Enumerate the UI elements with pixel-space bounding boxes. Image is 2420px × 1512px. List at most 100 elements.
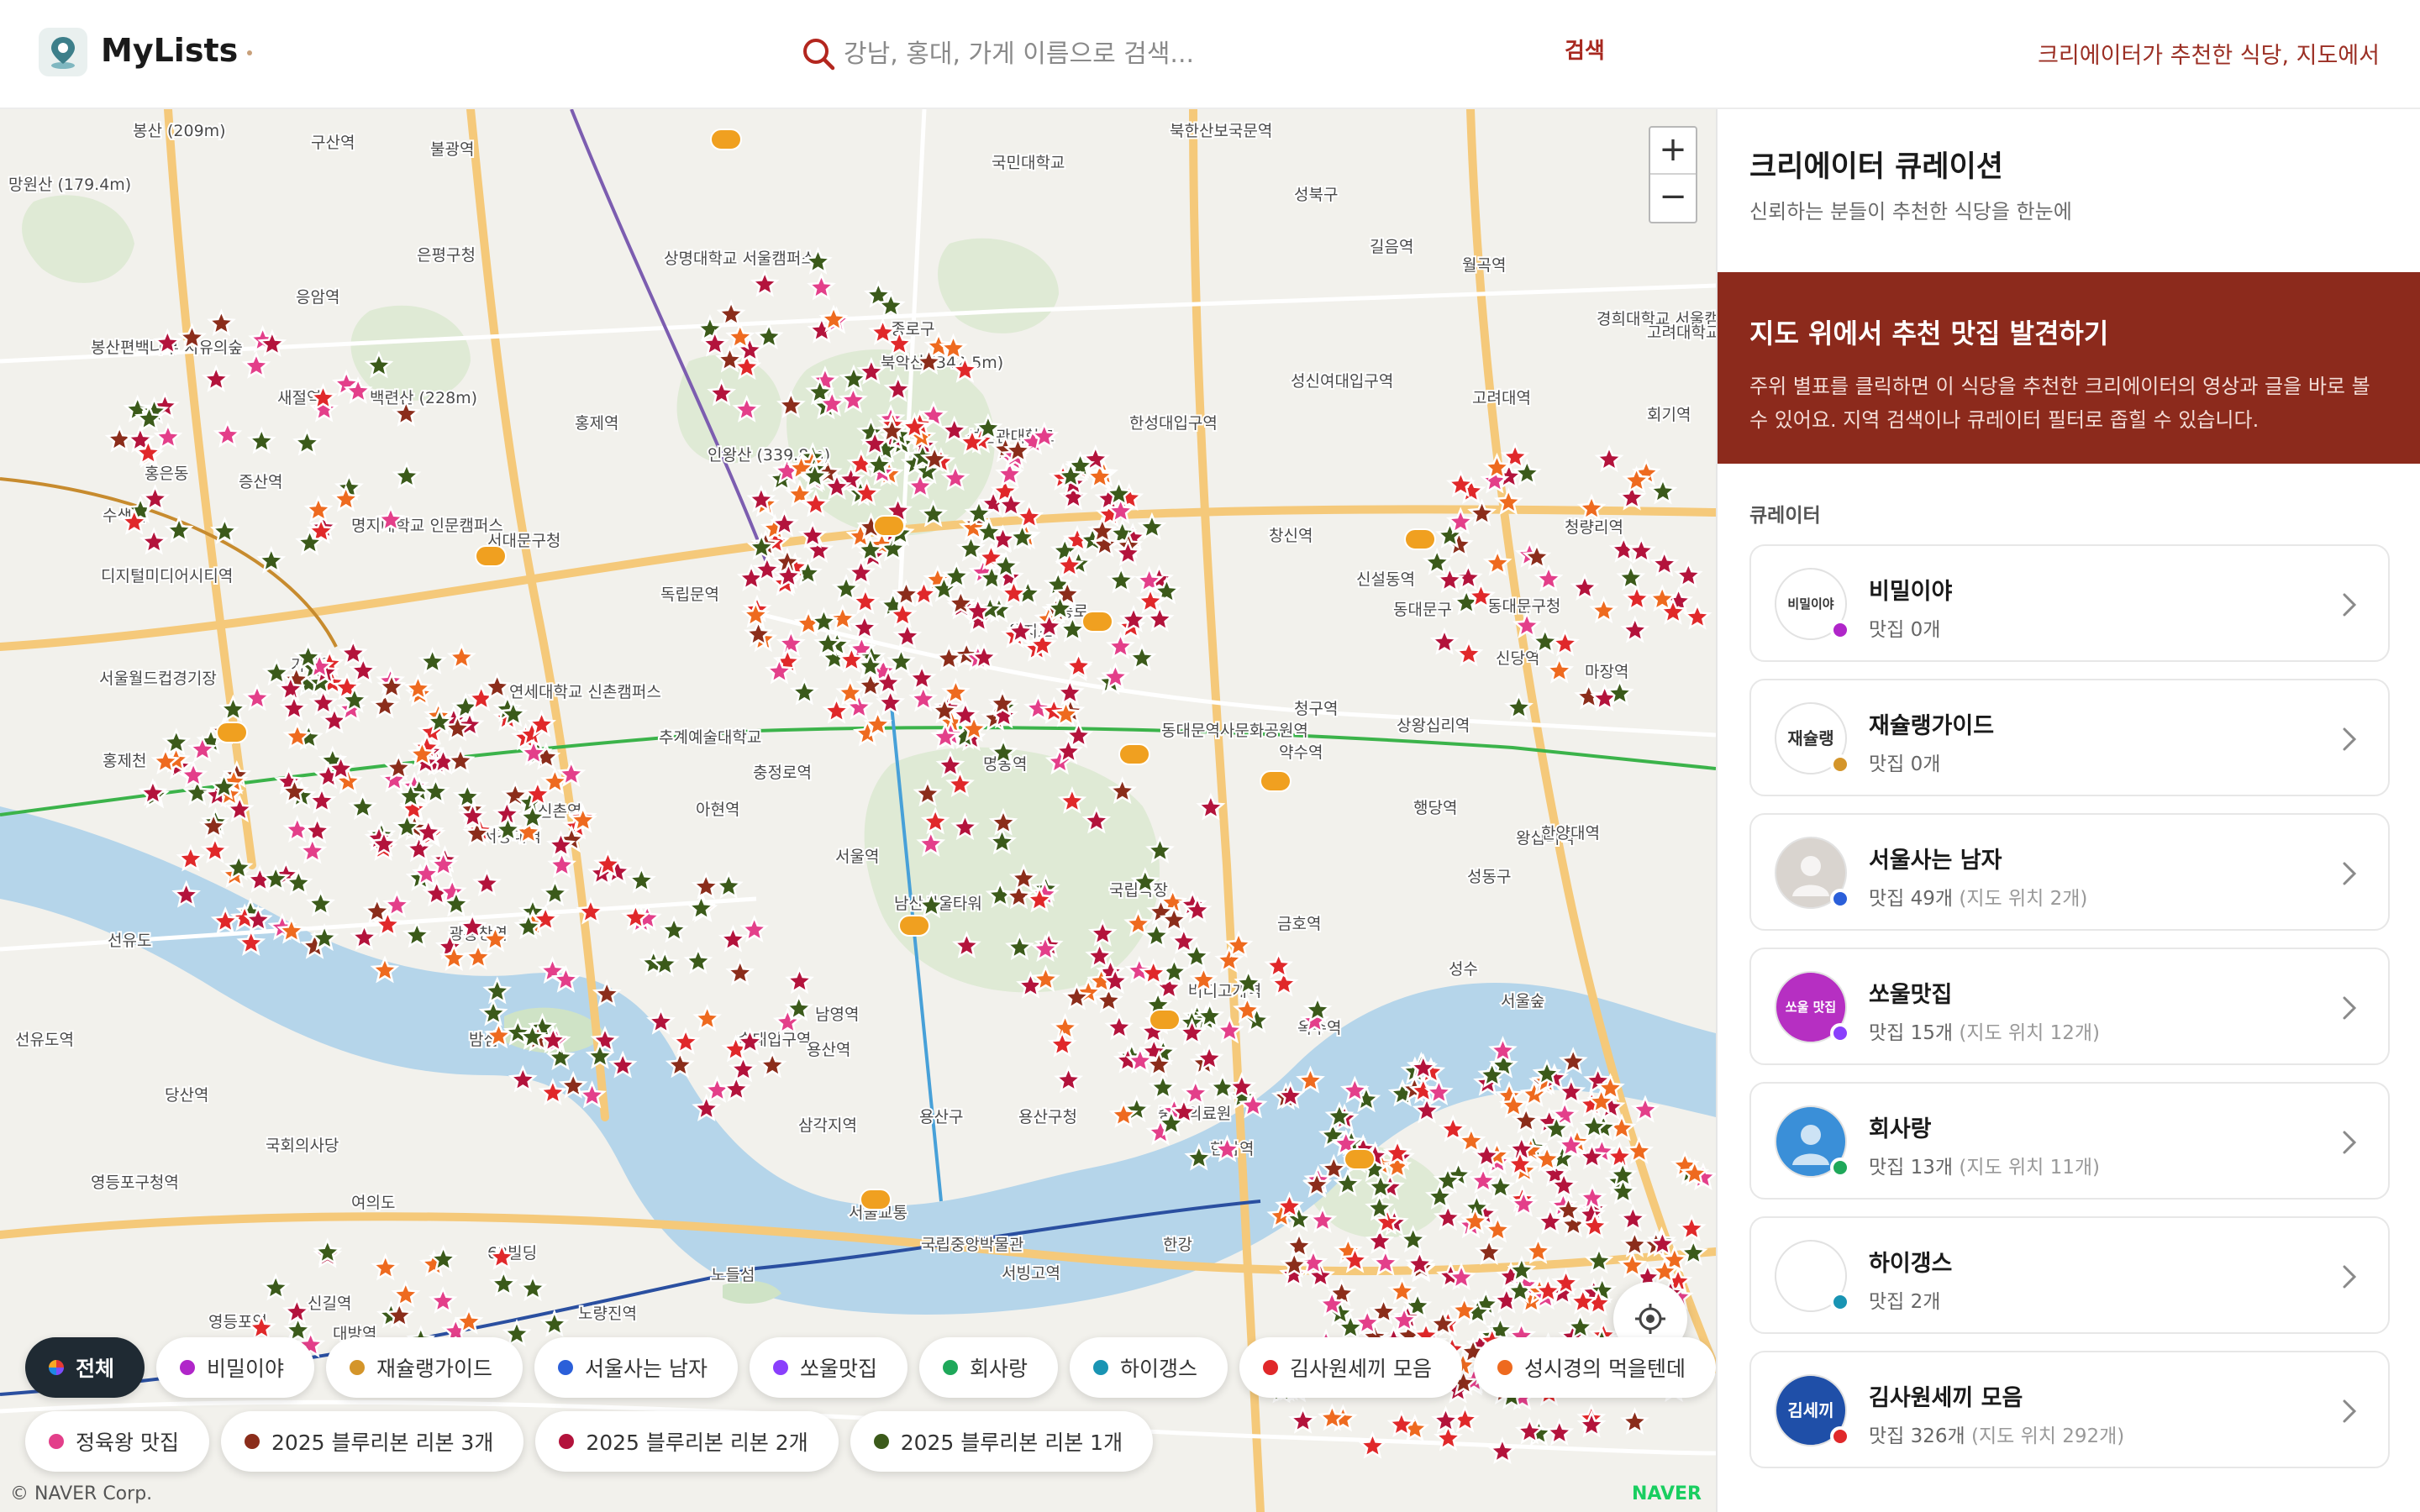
restaurant-star-marker[interactable] bbox=[702, 1075, 732, 1104]
restaurant-star-marker[interactable] bbox=[789, 677, 819, 706]
marker-cluster-badge[interactable] bbox=[475, 545, 507, 567]
marker-cluster-badge[interactable] bbox=[898, 915, 930, 937]
restaurant-star-marker[interactable] bbox=[1544, 655, 1575, 684]
restaurant-star-marker[interactable] bbox=[1104, 1012, 1134, 1041]
curator-card[interactable]: 회사랑 맛집 13개 (지도 위치 11개) bbox=[1749, 1082, 2390, 1200]
filter-chip[interactable]: 서울사는 남자 bbox=[534, 1337, 738, 1398]
restaurant-star-marker[interactable] bbox=[348, 655, 378, 684]
restaurant-star-marker[interactable] bbox=[200, 835, 230, 864]
marker-cluster-badge[interactable] bbox=[216, 722, 248, 743]
marker-cluster-badge[interactable] bbox=[710, 129, 742, 150]
restaurant-star-marker[interactable] bbox=[1589, 596, 1618, 624]
restaurant-star-marker[interactable] bbox=[1064, 651, 1093, 680]
restaurant-star-marker[interactable] bbox=[292, 428, 322, 456]
curator-card[interactable]: 하이갱스 맛집 2개 bbox=[1749, 1216, 2390, 1334]
restaurant-star-marker[interactable] bbox=[246, 426, 276, 454]
marker-cluster-badge[interactable] bbox=[1118, 743, 1150, 765]
restaurant-star-marker[interactable] bbox=[392, 461, 422, 490]
marker-cluster-badge[interactable] bbox=[1149, 1009, 1181, 1031]
restaurant-star-marker[interactable] bbox=[1618, 1204, 1648, 1232]
restaurant-star-marker[interactable] bbox=[1264, 951, 1293, 979]
curator-card[interactable]: 비밀이야 비밀이야 맛집 0개 bbox=[1749, 544, 2390, 662]
restaurant-star-marker[interactable] bbox=[260, 1273, 291, 1301]
marker-cluster-badge[interactable] bbox=[1344, 1148, 1376, 1170]
curator-card[interactable]: 서울사는 남자 맛집 49개 (지도 위치 2개) bbox=[1749, 813, 2390, 931]
restaurant-star-marker[interactable] bbox=[1181, 1078, 1211, 1106]
restaurant-star-marker[interactable] bbox=[785, 966, 814, 995]
restaurant-star-marker[interactable] bbox=[303, 495, 334, 523]
restaurant-star-marker[interactable] bbox=[1682, 601, 1712, 630]
restaurant-star-marker[interactable] bbox=[164, 515, 194, 543]
restaurant-star-marker[interactable] bbox=[1127, 643, 1157, 671]
restaurant-star-marker[interactable] bbox=[463, 942, 493, 970]
search-input[interactable] bbox=[844, 30, 1549, 77]
restaurant-star-marker[interactable] bbox=[626, 865, 656, 894]
filter-chip[interactable]: 재슐랭가이드 bbox=[326, 1337, 523, 1398]
filter-chip[interactable]: 2025 블루리본 리본 3개 bbox=[220, 1411, 524, 1472]
map-view[interactable]: 봉산 (209m) 구산역 불광역 망원산 (179.4m) 은평구청 응암역 봉산편백나무… bbox=[0, 109, 1716, 1512]
search-button[interactable]: 검색 bbox=[1565, 34, 1605, 65]
restaurant-star-marker[interactable] bbox=[540, 878, 570, 906]
restaurant-star-marker[interactable] bbox=[306, 889, 335, 917]
restaurant-star-marker[interactable] bbox=[908, 684, 939, 712]
restaurant-star-marker[interactable] bbox=[348, 792, 377, 821]
filter-chip[interactable]: 2025 블루리본 리본 1개 bbox=[850, 1411, 1154, 1472]
app-logo[interactable] bbox=[39, 28, 87, 76]
marker-cluster-badge[interactable] bbox=[1404, 528, 1436, 550]
restaurant-star-marker[interactable] bbox=[518, 1273, 548, 1302]
restaurant-star-marker[interactable] bbox=[721, 1074, 751, 1102]
restaurant-star-marker[interactable] bbox=[1616, 563, 1646, 591]
restaurant-star-marker[interactable] bbox=[313, 1237, 343, 1266]
curator-card[interactable]: 쏘울 맛집 쏘울맛집 맛집 15개 (지도 위치 12개) bbox=[1749, 948, 2390, 1065]
restaurant-star-marker[interactable] bbox=[1674, 560, 1703, 589]
restaurant-star-marker[interactable] bbox=[176, 843, 206, 872]
restaurant-star-marker[interactable] bbox=[1284, 1231, 1314, 1259]
restaurant-star-marker[interactable] bbox=[428, 1286, 458, 1315]
restaurant-star-marker[interactable] bbox=[1504, 692, 1534, 721]
restaurant-star-marker[interactable] bbox=[1576, 493, 1607, 522]
restaurant-star-marker[interactable] bbox=[1523, 1236, 1553, 1264]
marker-cluster-badge[interactable] bbox=[1081, 611, 1113, 633]
restaurant-star-marker[interactable] bbox=[725, 958, 755, 986]
restaurant-star-marker[interactable] bbox=[1429, 627, 1460, 655]
restaurant-star-marker[interactable] bbox=[807, 272, 836, 301]
zoom-out-button[interactable]: − bbox=[1650, 175, 1696, 222]
restaurant-star-marker[interactable] bbox=[1622, 583, 1652, 612]
restaurant-star-marker[interactable] bbox=[446, 642, 476, 671]
restaurant-star-marker[interactable] bbox=[713, 871, 744, 900]
restaurant-star-marker[interactable] bbox=[218, 694, 248, 722]
restaurant-star-marker[interactable] bbox=[1678, 1237, 1708, 1266]
restaurant-star-marker[interactable] bbox=[1169, 926, 1199, 955]
restaurant-star-marker[interactable] bbox=[161, 727, 192, 756]
curator-card[interactable]: 김세끼 김사원세끼 모음 맛집 326개 (지도 위치 292개) bbox=[1749, 1351, 2390, 1468]
restaurant-star-marker[interactable] bbox=[1050, 1012, 1080, 1042]
restaurant-star-marker[interactable] bbox=[1054, 1065, 1084, 1094]
restaurant-star-marker[interactable] bbox=[1456, 1126, 1486, 1154]
restaurant-star-marker[interactable] bbox=[1422, 547, 1452, 575]
restaurant-star-marker[interactable] bbox=[261, 658, 292, 686]
restaurant-star-marker[interactable] bbox=[391, 1279, 421, 1308]
restaurant-star-marker[interactable] bbox=[297, 836, 328, 864]
restaurant-star-marker[interactable] bbox=[1570, 573, 1600, 601]
restaurant-star-marker[interactable] bbox=[241, 350, 271, 379]
restaurant-star-marker[interactable] bbox=[1144, 604, 1175, 633]
marker-cluster-badge[interactable] bbox=[860, 1189, 892, 1210]
restaurant-star-marker[interactable] bbox=[201, 364, 231, 392]
restaurant-star-marker[interactable] bbox=[153, 422, 183, 450]
restaurant-star-marker[interactable] bbox=[1550, 628, 1581, 657]
restaurant-star-marker[interactable] bbox=[242, 683, 272, 711]
restaurant-star-marker[interactable] bbox=[934, 643, 964, 672]
restaurant-star-marker[interactable] bbox=[850, 612, 880, 641]
restaurant-star-marker[interactable] bbox=[302, 816, 332, 844]
restaurant-star-marker[interactable] bbox=[489, 1268, 518, 1297]
restaurant-star-marker[interactable] bbox=[1594, 444, 1624, 473]
restaurant-star-marker[interactable] bbox=[1148, 1072, 1178, 1101]
restaurant-star-marker[interactable] bbox=[1620, 615, 1650, 643]
restaurant-star-marker[interactable] bbox=[750, 269, 780, 297]
restaurant-star-marker[interactable] bbox=[1387, 1276, 1418, 1305]
restaurant-star-marker[interactable] bbox=[472, 869, 502, 897]
restaurant-star-marker[interactable] bbox=[539, 1309, 570, 1337]
restaurant-star-marker[interactable] bbox=[716, 299, 746, 328]
restaurant-star-marker[interactable] bbox=[941, 561, 971, 590]
restaurant-star-marker[interactable] bbox=[695, 313, 725, 343]
